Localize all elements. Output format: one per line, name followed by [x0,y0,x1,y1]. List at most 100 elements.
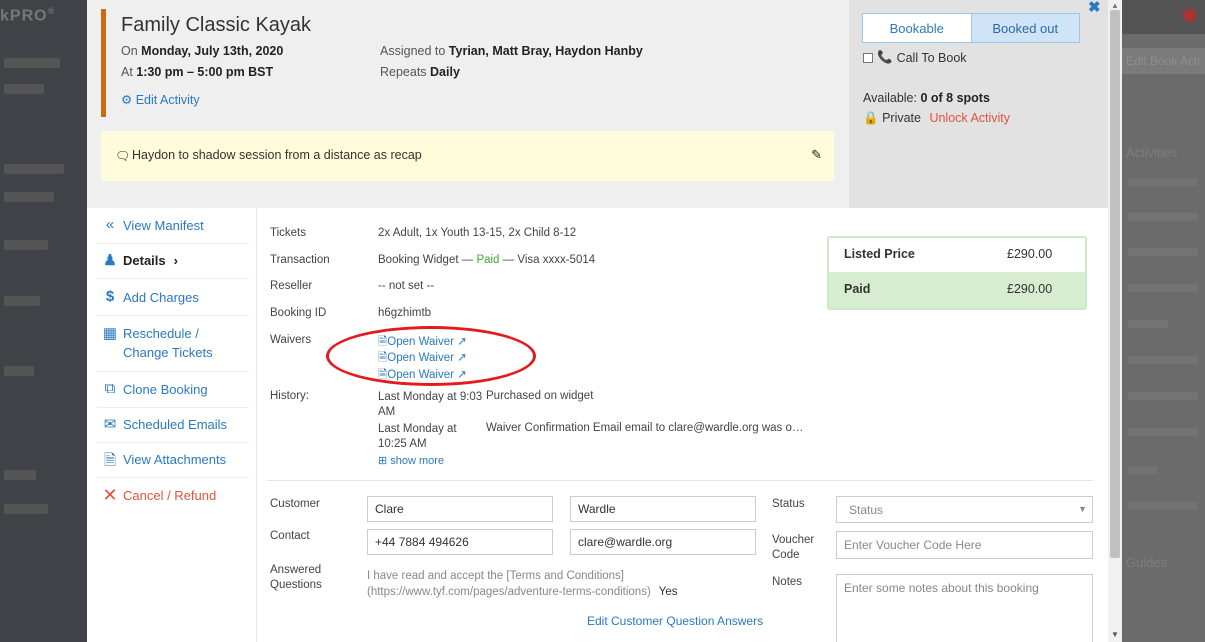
checkbox-box[interactable] [863,52,873,63]
scroll-thumb[interactable] [1110,10,1120,558]
nav-scheduled-emails[interactable]: ✉ Scheduled Emails [97,415,249,443]
booked-out-button[interactable]: Booked out [971,13,1080,43]
reseller-value: -- not set -- [378,280,435,292]
first-name-field[interactable] [367,496,553,522]
booking-nav: « View Manifest ♟ Details › $ Add Charge… [87,208,257,642]
nav-add-charges[interactable]: $ Add Charges [97,288,249,316]
background-line [1128,428,1198,436]
modal-scrollbar[interactable]: ▲ ▼ [1108,0,1122,642]
answered-question: I have read and accept the [Terms and Co… [367,570,678,598]
status-select[interactable]: Status ▼ [836,496,1093,523]
nav-label: Cancel / Refund [123,488,217,503]
file-icon: 🗎 [103,452,117,469]
nav-details[interactable]: ♟ Details › [97,251,249,279]
background-menu-line [4,84,44,94]
activity-title: Family Classic Kayak [121,14,312,36]
section-divider [267,480,1093,481]
edit-question-answers-link[interactable]: Edit Customer Question Answers [587,614,763,628]
activity-note-text: Haydon to shadow session from a distance… [132,148,422,162]
private-label: Private [882,111,921,125]
voucher-code-input[interactable] [836,531,1093,559]
background-line [1128,466,1158,474]
chevron-right-icon: › [173,253,178,268]
history-time: Last Monday at 9:03 AM [378,391,483,418]
phone-field[interactable] [367,529,553,555]
nav-reschedule[interactable]: ▦ Reschedule / Change Tickets [97,324,249,372]
show-more-link[interactable]: ⊞ show more [378,454,444,467]
nav-clone-booking[interactable]: ⧉ Clone Booking [97,380,249,408]
nav-view-manifest[interactable]: « View Manifest [97,216,249,244]
background-menu-line [4,58,60,68]
booking-id-label: Booking ID [270,307,327,319]
paid-status: Paid [476,254,500,266]
email-field[interactable] [570,529,756,555]
gear-icon: ⚙ [121,93,133,107]
lock-icon: 🔒 [863,111,879,125]
background-tab: Edit Book Acti [1122,48,1205,74]
nav-view-attachments[interactable]: 🗎 View Attachments [97,450,249,478]
notes-label: Notes [772,576,803,588]
call-to-book-checkbox[interactable]: 📞 Call To Book [863,50,967,65]
listed-price-value: £290.00 [1007,247,1053,261]
background-line [1128,392,1198,400]
background-menu-line [4,192,54,202]
customer-label: Customer [270,498,320,510]
nav-divider [256,208,257,642]
history-event: Purchased on widget [486,390,594,402]
status-placeholder: Status [849,503,884,517]
activity-color-bar [101,9,106,117]
pencil-icon[interactable]: ✎ [811,147,822,163]
background-line [1128,502,1198,510]
notes-textarea[interactable] [836,574,1093,642]
last-name-field[interactable] [570,496,756,522]
nav-cancel-refund[interactable]: ✕ Cancel / Refund [97,486,249,514]
waivers-label: Waivers [270,334,312,346]
listed-price-label: Listed Price [844,247,915,261]
background-line [1128,284,1198,292]
background-heading: Activities [1126,145,1178,160]
activity-header: Family Classic Kayak On Monday, July 13t… [87,0,1108,208]
call-to-book-label: Call To Book [896,50,967,65]
edit-activity-label: Edit Activity [135,93,200,107]
background-menu-line [4,504,48,514]
background-line [1128,213,1198,221]
answered-questions-label: Answered Questions [270,564,322,591]
activity-time: At 1:30 pm – 5:00 pm BST [121,65,274,79]
plus-square-icon: ⊞ [378,455,388,467]
background-line [1128,320,1168,328]
nav-label: Add Charges [123,290,199,305]
calendar-icon: ▦ [102,325,118,342]
history-time: Last Monday at 10:25 AM [378,423,457,450]
scroll-up-arrow-icon[interactable]: ▲ [1111,1,1119,10]
bookable-toggle: Bookable Booked out [862,13,1080,43]
activity-note: 🗨 Haydon to shadow session from a distan… [101,131,834,181]
unlock-activity-link[interactable]: Unlock Activity [929,111,1010,125]
background-menu-line [4,240,48,250]
tickets-value: 2x Adult, 1x Youth 13-15, 2x Child 8-12 [378,227,577,239]
double-chevron-left-icon: « [105,216,115,233]
tickets-label: Tickets [270,227,306,239]
background-guides-heading: Guides [1126,555,1168,570]
background-menu-line [4,366,34,376]
caret-down-icon: ▼ [1078,504,1087,514]
scroll-down-arrow-icon[interactable]: ▼ [1111,630,1119,639]
close-icon[interactable]: ✖ [1088,0,1101,16]
history-label: History: [270,390,309,402]
transaction-value: Booking Widget — Paid — Visa xxxx-5014 [378,254,596,266]
copy-icon: ⧉ [104,380,116,397]
user-icon: ♟ [103,252,117,269]
annotation-circle [326,326,536,386]
privacy-status: 🔒 Private Unlock Activity [863,111,1010,126]
x-icon: ✕ [102,485,118,505]
background-menu-line [4,296,40,306]
history-event: Waiver Confirmation Email email to clare… [486,422,804,434]
contact-label: Contact [270,530,310,542]
background-logo: kPRO® [0,6,56,25]
availability-panel: Bookable Booked out 📞 Call To Book Avail… [849,0,1108,208]
nav-label: View Manifest [123,218,204,233]
edit-activity-link[interactable]: ⚙ Edit Activity [121,92,200,107]
price-summary: Listed Price £290.00 Paid £290.00 [827,236,1087,310]
bookable-button[interactable]: Bookable [862,13,972,43]
background-sidebar: kPRO® [0,0,87,642]
booking-id-value: h6gzhimtb [378,307,432,319]
